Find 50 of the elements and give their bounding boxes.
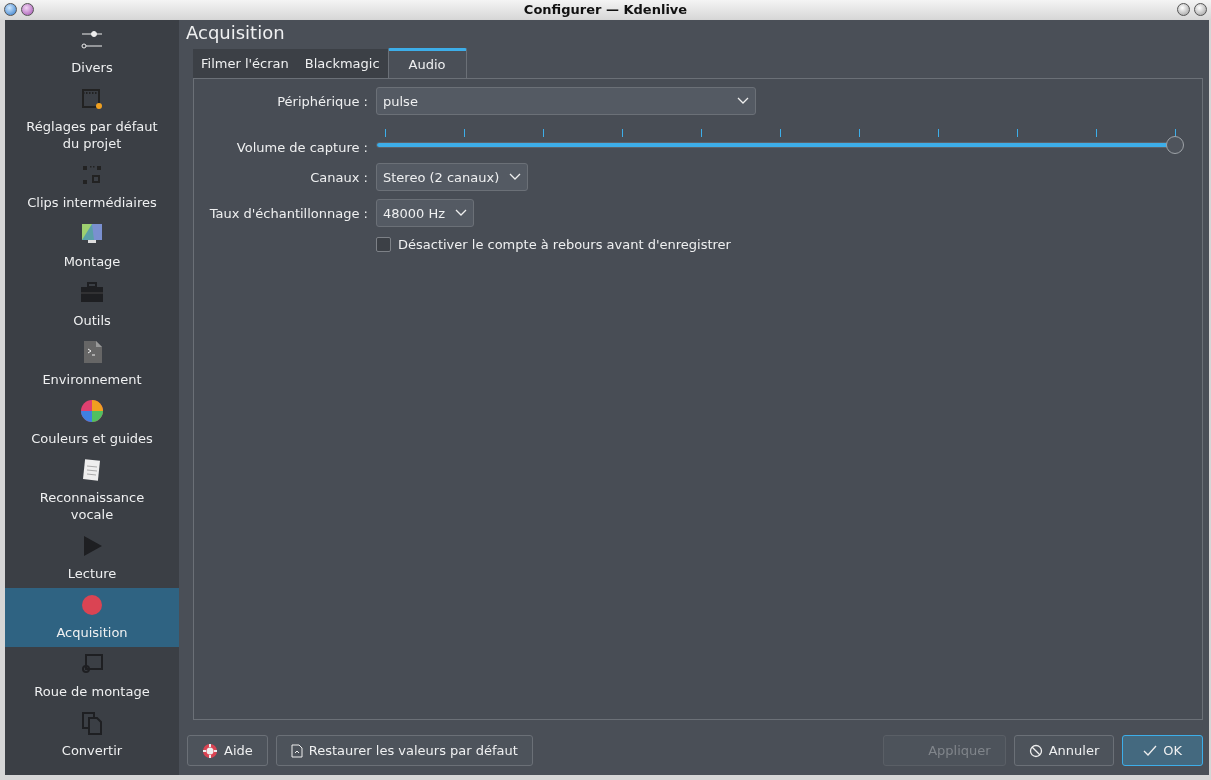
help-button[interactable]: Aide bbox=[187, 735, 268, 766]
chevron-icon bbox=[509, 173, 522, 181]
sidebar-item[interactable]: Acquisition bbox=[5, 588, 179, 647]
checkbox-label: Désactiver le compte à rebours avant d'enregistrer bbox=[398, 237, 731, 252]
device-dropdown[interactable]: pulse bbox=[376, 87, 756, 115]
cancel-button[interactable]: Annuler bbox=[1013, 735, 1115, 766]
sidebar-item[interactable]: Reconnaissance vocale bbox=[5, 453, 179, 529]
field-label: Canaux : bbox=[309, 169, 368, 185]
sidebar-item[interactable]: Divers bbox=[5, 23, 179, 82]
check-icon bbox=[1143, 744, 1158, 757]
window-title: Configurer — Kdenlive bbox=[523, 2, 688, 17]
sidebar-item[interactable]: Environnement bbox=[5, 335, 179, 394]
tab[interactable]: Filmer l'écran bbox=[193, 49, 297, 78]
sidebar-item[interactable]: Réglages par défaut du projet bbox=[5, 82, 179, 158]
field-label: Volume de capture : bbox=[235, 140, 368, 155]
cancel-icon bbox=[1028, 743, 1043, 758]
sidebar-item[interactable]: Couleurs et guides bbox=[5, 394, 179, 453]
restore-button[interactable]: Restaurer les valeurs par défaut bbox=[275, 735, 533, 766]
sliders-icon bbox=[80, 28, 104, 52]
slider-handle[interactable] bbox=[1166, 136, 1184, 154]
document-icon bbox=[290, 743, 303, 758]
channels-dropdown[interactable]: Stereo (2 canaux) bbox=[376, 163, 529, 191]
checkbox[interactable] bbox=[376, 237, 391, 252]
sidebar-item[interactable]: Lecture bbox=[5, 529, 179, 588]
ok-button[interactable]: OK bbox=[1122, 735, 1203, 766]
toolbox-icon bbox=[80, 281, 104, 305]
chevron-icon bbox=[455, 209, 468, 217]
chevron-icon bbox=[737, 97, 749, 105]
color-wheel-icon bbox=[80, 399, 104, 423]
monitor-icon bbox=[80, 222, 104, 246]
copy-icon bbox=[80, 711, 104, 735]
close-button[interactable] bbox=[1194, 3, 1207, 16]
sidebar-item[interactable]: Outils bbox=[5, 276, 179, 335]
page-title: Acquisition bbox=[186, 21, 286, 45]
volume-slider[interactable] bbox=[376, 136, 1184, 154]
sidebar-item[interactable]: Montage bbox=[5, 217, 179, 276]
field-label: Taux d'échantillonnage : bbox=[208, 205, 368, 221]
dashed-frame-icon bbox=[80, 163, 104, 187]
field-label: Périphérique : bbox=[276, 93, 368, 109]
minimize-button[interactable] bbox=[1177, 3, 1190, 16]
sidebar-item[interactable]: Clips intermédiaires bbox=[5, 158, 179, 217]
sticky-button[interactable] bbox=[21, 3, 34, 16]
sidebar-item[interactable]: Convertir bbox=[5, 706, 179, 765]
record-icon bbox=[80, 593, 104, 617]
sample-rate-dropdown[interactable]: 48000 Hz bbox=[376, 199, 475, 227]
tab[interactable]: Blackmagic bbox=[296, 49, 388, 78]
lifebuoy-icon bbox=[202, 742, 218, 759]
window-menu-button[interactable] bbox=[4, 3, 17, 16]
sidebar-item[interactable]: Roue de montage bbox=[5, 647, 179, 706]
tab[interactable]: Audio bbox=[387, 48, 467, 78]
